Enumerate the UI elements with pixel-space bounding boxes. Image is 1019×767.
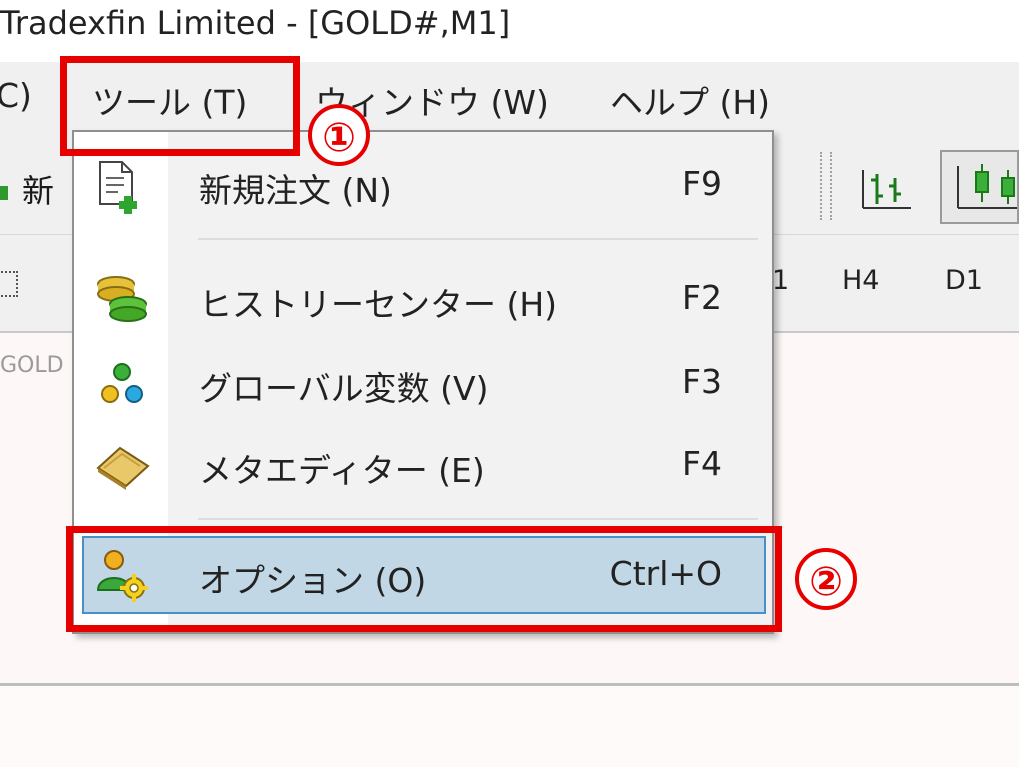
menu-item-shortcut: F2 xyxy=(682,278,722,317)
bar-chart-icon[interactable] xyxy=(855,160,915,216)
menu-item-metaeditor[interactable]: メタエディター (E) F4 xyxy=(74,426,772,504)
timeframe-h4[interactable]: H4 xyxy=(842,265,879,296)
step-1-marker: ① xyxy=(308,104,370,166)
new-order-toolbar-icon[interactable] xyxy=(0,186,8,200)
menu-item-help[interactable]: ヘルプ (H) xyxy=(610,76,770,124)
menu-item-label: ヒストリーセンター (H) xyxy=(199,285,558,324)
candlestick-chart-icon[interactable] xyxy=(940,150,1019,224)
window-title: Tradexfin Limited - [GOLD#,M1] xyxy=(0,4,511,42)
terminal-panel xyxy=(0,686,1019,767)
annotation-box-tools-menu xyxy=(60,56,300,156)
annotation-box-options xyxy=(66,526,782,632)
metaeditor-icon xyxy=(94,438,150,494)
menu-item-label: グローバル変数 (V) xyxy=(199,369,489,408)
timeframe-d1[interactable]: D1 xyxy=(945,265,983,296)
new-order-icon xyxy=(94,158,150,214)
menu-item-global-variables[interactable]: グローバル変数 (V) F3 xyxy=(74,344,772,422)
toolbar-separator xyxy=(820,152,832,220)
menu-separator xyxy=(198,238,758,240)
menu-item-shortcut: F9 xyxy=(682,164,722,203)
cursor-tool-icon[interactable] xyxy=(0,271,18,297)
chart-symbol-label: GOLD xyxy=(0,353,64,378)
menu-item-partial[interactable]: C) xyxy=(0,76,32,115)
history-center-icon xyxy=(94,272,150,328)
menu-item-label: メタエディター (E) xyxy=(199,451,485,490)
title-bar: Tradexfin Limited - [GOLD#,M1] xyxy=(0,0,1019,62)
menu-separator xyxy=(198,518,758,520)
menu-item-shortcut: F4 xyxy=(682,444,722,483)
menu-item-new-order[interactable]: 新規注文 (N) F9 xyxy=(74,146,772,224)
menu-item-label: 新規注文 (N) xyxy=(199,171,392,210)
step-2-marker: ② xyxy=(795,548,857,610)
new-order-toolbar-label[interactable]: 新 xyxy=(22,166,54,212)
menu-item-shortcut: F3 xyxy=(682,362,722,401)
global-variables-icon xyxy=(94,356,150,412)
menu-item-history-center[interactable]: ヒストリーセンター (H) F2 xyxy=(74,260,772,338)
timeframe-partial[interactable]: 1 xyxy=(772,265,789,296)
